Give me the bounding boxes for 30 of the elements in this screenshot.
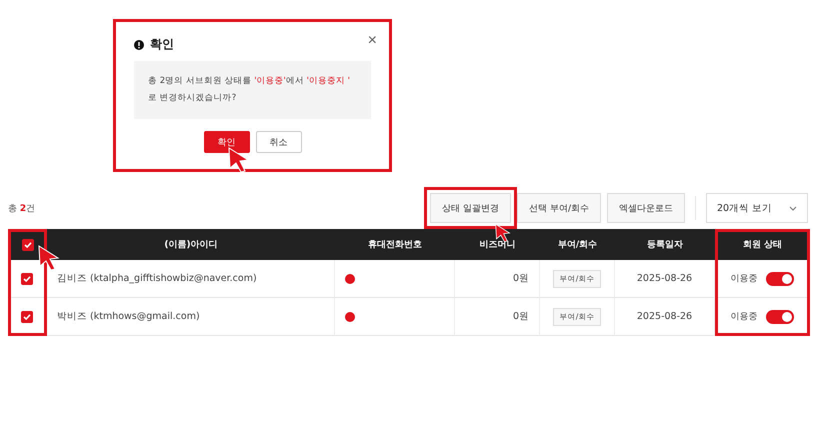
status-label: 이용중 [730,311,758,323]
page-size-select[interactable]: 20개씩 보기 [706,193,808,223]
status-label: 이용중 [730,273,758,285]
total-count: 총 2건 [8,202,36,214]
cancel-button[interactable]: 취소 [256,131,302,153]
toolbar-button[interactable]: 엑셀다운로드 [607,193,685,223]
confirm-button[interactable]: 확인 [204,131,250,153]
dialog-title: 확인 [150,36,174,53]
member-cell: 박비즈 (ktmhows@gmail.com) [47,298,335,336]
member-cell: 김비즈 (ktalpha_gifftishowbiz@naver.com) [47,260,335,298]
checkbox[interactable] [21,272,33,284]
alert-icon [134,40,144,50]
close-button[interactable]: × [368,32,377,50]
status-toggle[interactable] [766,310,794,324]
status-toggle[interactable] [766,272,794,286]
column-header: 등록일자 [615,229,715,260]
column-header: 부여/회수 [540,229,615,260]
column-header: 비즈머니 [455,229,540,260]
toolbar-button[interactable]: 상태 일괄변경 [430,193,512,223]
column-header: 휴대전화번호 [335,229,455,260]
dialog-message: 총 2명의 서브회원 상태를 '이용중'에서 '이용중지 ' 로 변경하시겠습니까? [134,61,371,119]
date-cell: 2025-08-26 [615,260,715,298]
column-header: (이름)아이디 [47,229,335,260]
chevron-down-icon [789,206,797,210]
bizmoney-cell: 0원 [455,260,540,298]
bizmoney-cell: 0원 [455,298,540,336]
checkbox[interactable] [22,238,34,250]
checkbox[interactable] [21,310,33,322]
date-cell: 2025-08-26 [615,298,715,336]
toolbar-button[interactable]: 선택 부여/회수 [517,193,601,223]
